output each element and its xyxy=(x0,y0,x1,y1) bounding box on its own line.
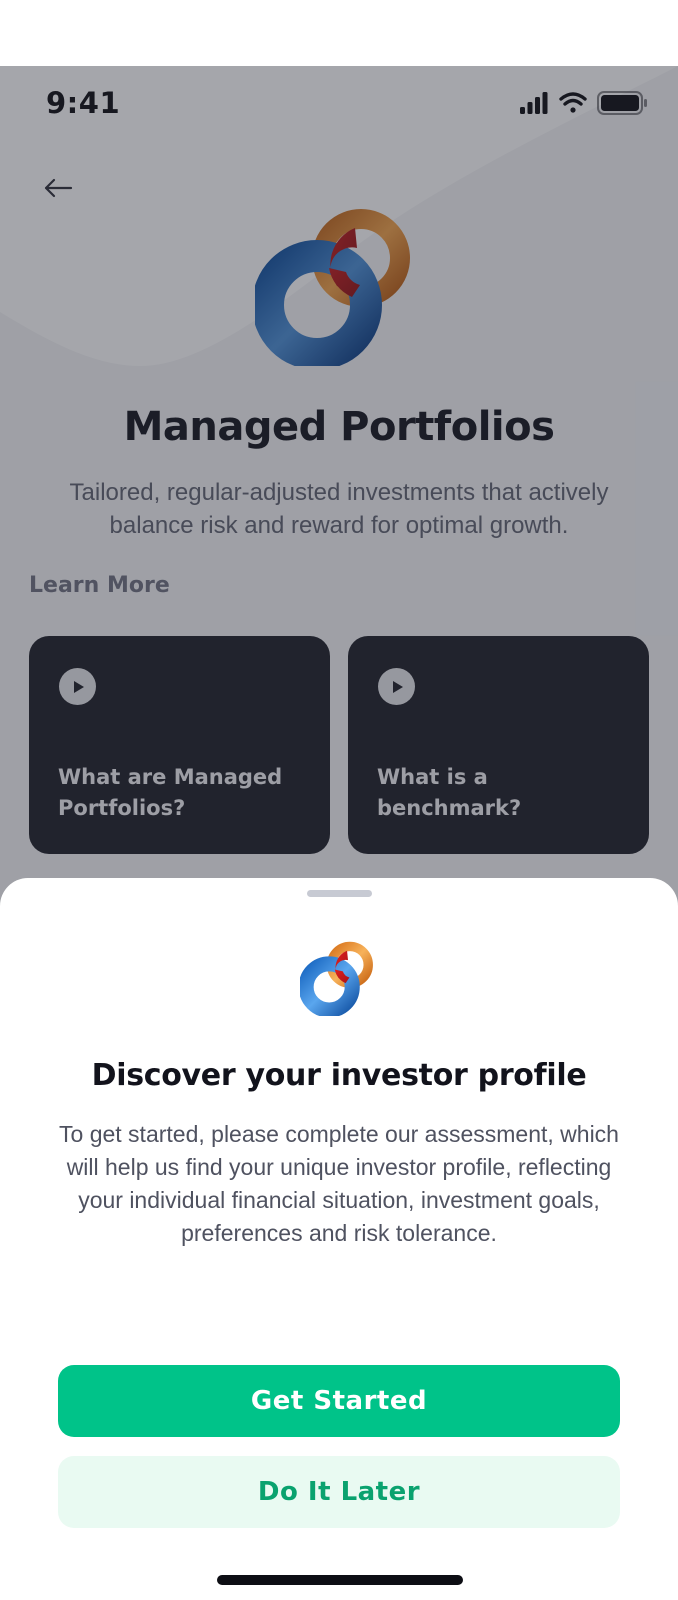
sheet-grabber[interactable] xyxy=(307,890,372,897)
phone-screen: 9:41 Managed Portfolios Tailored, regula… xyxy=(0,66,678,1600)
sheet-description: To get started, please complete our asse… xyxy=(59,1121,619,1246)
do-it-later-button[interactable]: Do It Later xyxy=(58,1456,620,1528)
sheet-title: Discover your investor profile xyxy=(91,1058,587,1093)
get-started-button[interactable]: Get Started xyxy=(58,1365,620,1437)
rings-logo xyxy=(300,941,373,1016)
investor-profile-sheet: Discover your investor profile To get st… xyxy=(0,878,678,1600)
home-indicator xyxy=(217,1575,463,1585)
